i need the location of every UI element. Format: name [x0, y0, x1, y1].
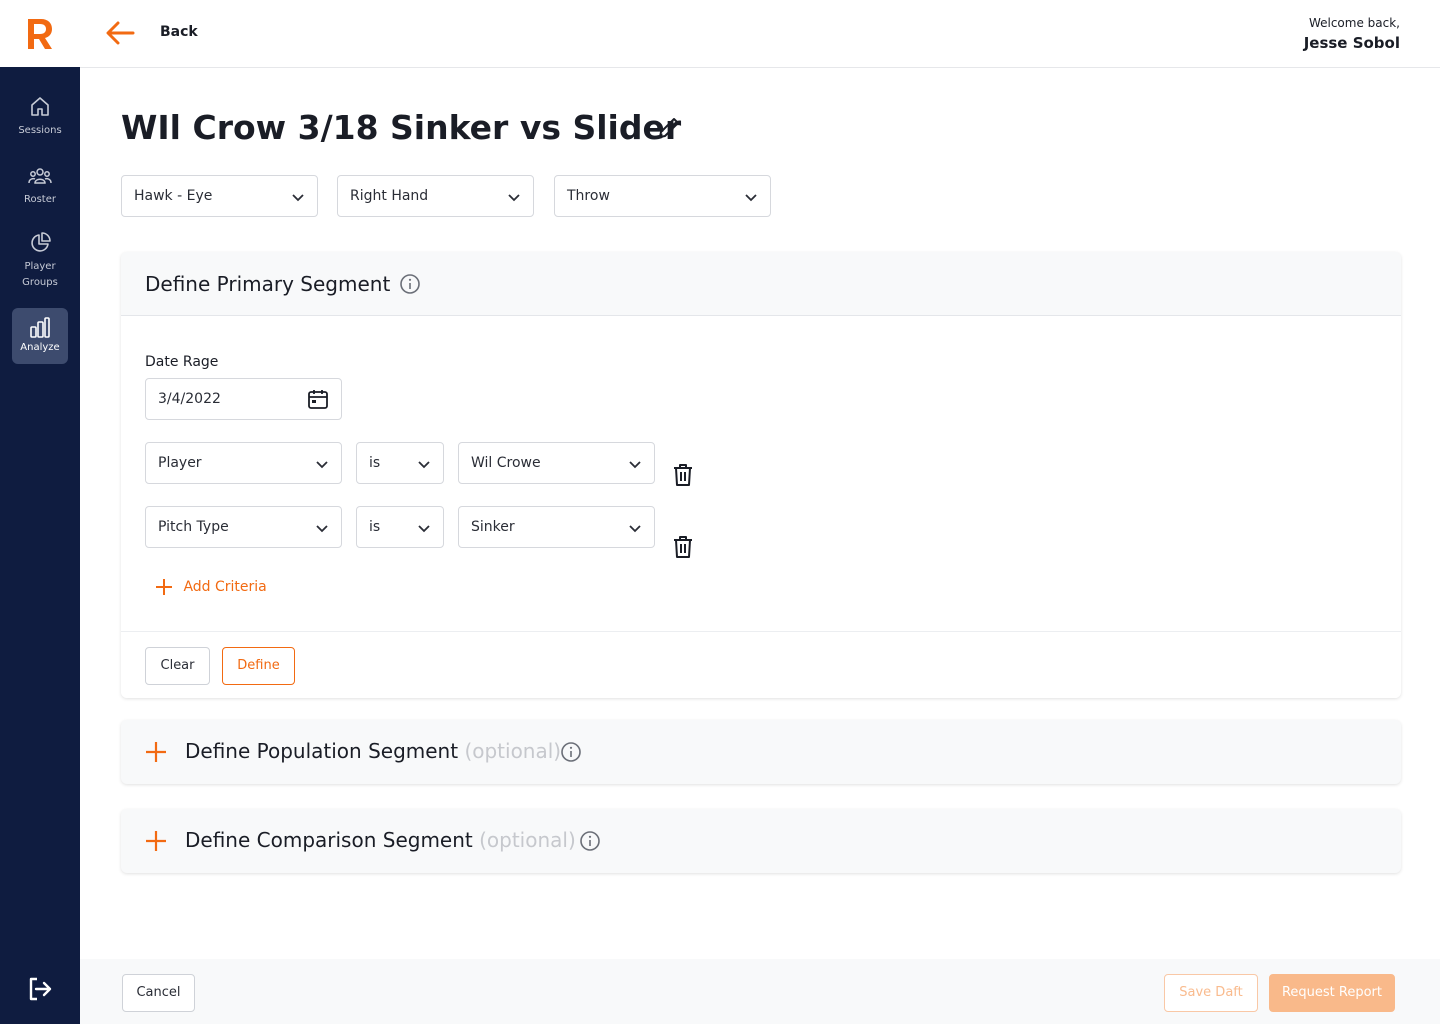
chevron-down-icon	[418, 461, 430, 469]
criteria-value-select[interactable]: Sinker	[458, 506, 655, 548]
cancel-button[interactable]: Cancel	[122, 974, 195, 1012]
date-range-value: 3/4/2022	[158, 391, 221, 407]
criteria-operator-select[interactable]: is	[356, 506, 444, 548]
pie-chart-icon	[31, 232, 51, 252]
user-name: Jesse Sobol	[1303, 34, 1400, 52]
plus-icon[interactable]	[145, 741, 167, 763]
criteria-field-value: Pitch Type	[158, 519, 229, 535]
sidebar-item-sessions[interactable]: Sessions	[12, 95, 68, 141]
comparison-segment-card[interactable]: Define Comparison Segment (optional)	[121, 809, 1401, 873]
criteria-value-value: Wil Crowe	[471, 455, 541, 471]
pencil-icon[interactable]	[656, 115, 682, 141]
primary-segment-header: Define Primary Segment	[121, 252, 1401, 316]
source-select-value: Hawk - Eye	[134, 188, 213, 204]
add-criteria-button[interactable]: Add Criteria	[155, 578, 267, 596]
criteria-value-select[interactable]: Wil Crowe	[458, 442, 655, 484]
population-segment-title-text: Define Population Segment	[185, 739, 459, 763]
chevron-down-icon	[629, 461, 641, 469]
people-icon	[28, 168, 52, 184]
comparison-segment-title-text: Define Comparison Segment	[185, 828, 473, 852]
source-select[interactable]: Hawk - Eye	[121, 175, 318, 217]
action-footer: Cancel Save Daft Request Report	[80, 959, 1440, 1024]
back-arrow-icon[interactable]	[104, 20, 136, 46]
criteria-value-value: Sinker	[471, 519, 515, 535]
top-header: Back Welcome back, Jesse Sobol	[0, 0, 1440, 68]
sidebar-item-roster[interactable]: Roster	[12, 164, 68, 210]
chevron-down-icon	[292, 194, 304, 202]
sidebar: Sessions Roster Player Groups Analyze	[0, 67, 80, 1024]
criteria-field-select[interactable]: Pitch Type	[145, 506, 342, 548]
optional-label: (optional)	[464, 739, 562, 763]
criteria-operator-select[interactable]: is	[356, 442, 444, 484]
population-segment-title: Define Population Segment (optional)	[185, 739, 561, 763]
criteria-operator-value: is	[369, 455, 381, 471]
app-logo[interactable]	[26, 17, 54, 51]
sidebar-item-label: Analyze	[20, 342, 60, 353]
clear-button[interactable]: Clear	[145, 647, 210, 685]
primary-segment-body: Date Rage 3/4/2022 Player is Wil Crowe P…	[121, 316, 1401, 632]
back-button[interactable]: Back	[160, 24, 198, 40]
optional-label: (optional)	[479, 828, 576, 852]
info-icon[interactable]	[579, 830, 601, 852]
welcome-text: Welcome back,	[1308, 16, 1400, 30]
hand-select-value: Right Hand	[350, 188, 429, 204]
bar-chart-icon	[30, 317, 50, 338]
criteria-field-select[interactable]: Player	[145, 442, 342, 484]
chevron-down-icon	[629, 525, 641, 533]
criteria-field-value: Player	[158, 455, 202, 471]
criteria-operator-value: is	[369, 519, 381, 535]
plus-icon	[156, 579, 172, 595]
primary-segment-title: Define Primary Segment	[145, 272, 391, 296]
add-criteria-label: Add Criteria	[183, 579, 267, 595]
logout-icon[interactable]	[26, 975, 54, 1003]
chevron-down-icon	[508, 194, 520, 202]
sidebar-item-label: Player Groups	[22, 261, 58, 288]
comparison-segment-title: Define Comparison Segment (optional)	[185, 828, 576, 852]
sidebar-item-analyze[interactable]: Analyze	[12, 308, 68, 364]
user-greeting: Welcome back, Jesse Sobol	[1304, 16, 1400, 52]
page-title: WIl Crow 3/18 Sinker vs Slider	[121, 108, 682, 147]
hand-select[interactable]: Right Hand	[337, 175, 534, 217]
request-report-button[interactable]: Request Report	[1269, 974, 1395, 1012]
info-icon[interactable]	[560, 741, 582, 763]
home-icon	[31, 97, 49, 116]
sidebar-item-label: Roster	[23, 194, 56, 205]
chevron-down-icon	[745, 194, 757, 202]
date-range-input[interactable]: 3/4/2022	[145, 378, 342, 420]
date-range-label: Date Rage	[145, 354, 219, 370]
sidebar-item-label: Sessions	[18, 125, 62, 136]
info-icon[interactable]	[399, 273, 421, 295]
calendar-icon[interactable]	[307, 388, 329, 410]
action-select[interactable]: Throw	[554, 175, 771, 217]
save-draft-button[interactable]: Save Daft	[1164, 974, 1258, 1012]
chevron-down-icon	[316, 525, 328, 533]
primary-segment-card: Define Primary Segment Date Rage 3/4/202…	[121, 252, 1401, 698]
primary-segment-footer: Clear Define	[121, 632, 1401, 698]
chevron-down-icon	[316, 461, 328, 469]
plus-icon[interactable]	[145, 830, 167, 852]
chevron-down-icon	[418, 525, 430, 533]
action-select-value: Throw	[567, 188, 610, 204]
trash-icon[interactable]	[671, 534, 695, 560]
population-segment-card[interactable]: Define Population Segment (optional)	[121, 720, 1401, 784]
trash-icon[interactable]	[671, 462, 695, 488]
define-button[interactable]: Define	[222, 647, 295, 685]
sidebar-item-player-groups[interactable]: Player Groups	[12, 231, 68, 293]
